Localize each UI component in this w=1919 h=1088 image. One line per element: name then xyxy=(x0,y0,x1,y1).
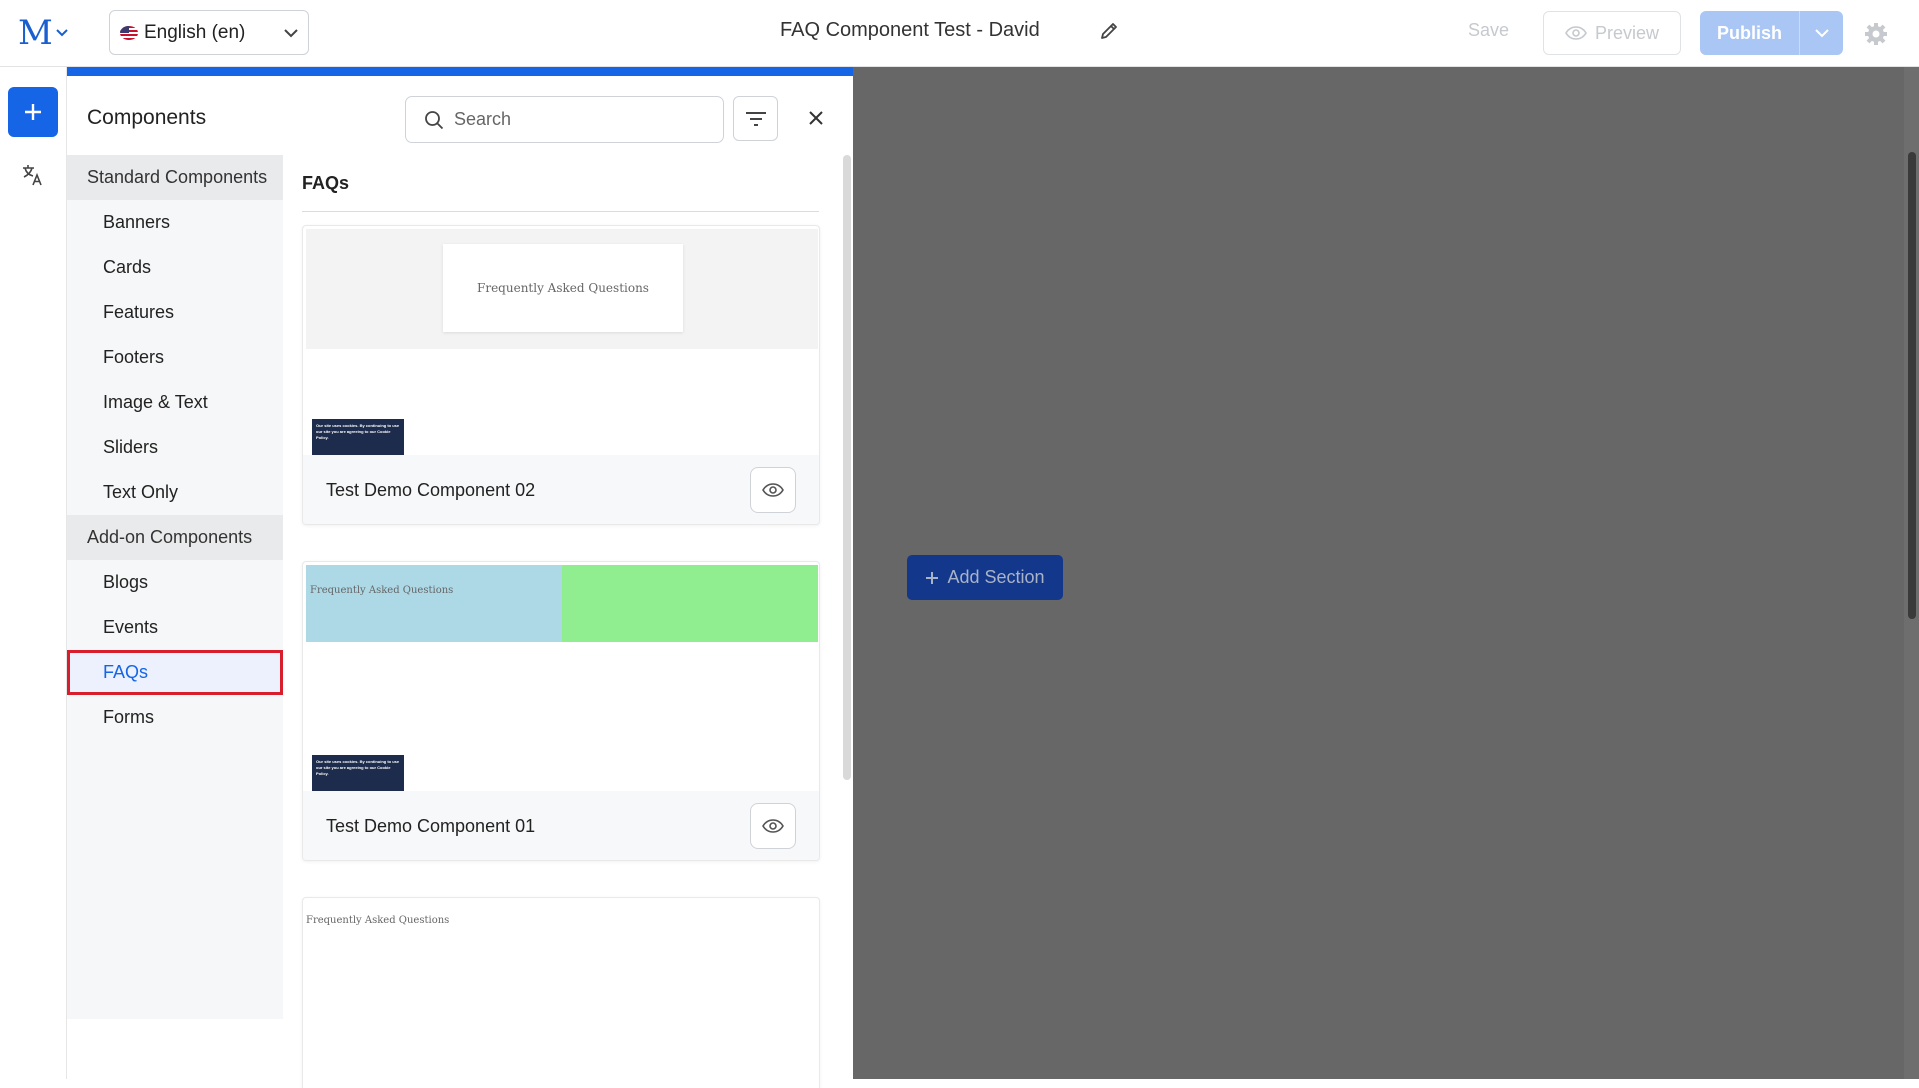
add-section-label: Add Section xyxy=(947,567,1045,587)
eye-icon xyxy=(762,819,784,833)
category-item-footers[interactable]: Footers xyxy=(67,335,283,380)
filter-button[interactable] xyxy=(733,96,778,141)
category-item-image-text[interactable]: Image & Text xyxy=(67,380,283,425)
thumbnail-faq-title: Frequently Asked Questions xyxy=(443,244,683,332)
search-icon xyxy=(425,110,444,129)
search-box xyxy=(405,96,724,143)
component-thumbnail: Frequently Asked Questions xyxy=(306,901,818,1088)
chevron-down-icon xyxy=(284,25,298,41)
cookie-banner-preview: Our site uses cookies. By continuing to … xyxy=(312,755,404,791)
page-canvas: Add Section xyxy=(853,67,1919,1079)
plus-icon xyxy=(25,104,41,120)
component-card-footer: Test Demo Component 01 xyxy=(303,791,819,860)
thumbnail-block-green xyxy=(562,565,818,642)
top-bar: M English (en) FAQ Component Test - Davi… xyxy=(0,0,1919,67)
publish-group: Publish xyxy=(1700,11,1843,55)
category-group-addon: Add-on Components xyxy=(67,515,283,560)
thumbnail-block-blue xyxy=(306,565,562,642)
component-name: Test Demo Component 01 xyxy=(326,816,536,836)
publish-button[interactable]: Publish xyxy=(1700,11,1799,55)
component-card[interactable]: Frequently Asked Questions Our site uses… xyxy=(302,225,820,525)
canvas-scrollbar[interactable] xyxy=(1904,67,1919,1079)
logo-menu[interactable]: M xyxy=(18,13,68,53)
category-item-forms[interactable]: Forms xyxy=(67,695,283,740)
section-heading: FAQs xyxy=(302,173,350,193)
category-group-standard: Standard Components xyxy=(67,155,283,200)
language-label: English (en) xyxy=(144,21,246,43)
component-name: Test Demo Component 02 xyxy=(326,480,536,500)
language-select[interactable]: English (en) xyxy=(109,10,309,55)
scrollbar-thumb[interactable] xyxy=(1908,152,1916,619)
category-item-banners[interactable]: Banners xyxy=(67,200,283,245)
scrollbar[interactable] xyxy=(843,155,851,780)
close-panel-button[interactable] xyxy=(798,100,834,136)
category-item-sliders[interactable]: Sliders xyxy=(67,425,283,470)
eye-icon xyxy=(1565,26,1587,40)
component-thumbnail: Frequently Asked Questions Our site uses… xyxy=(306,229,818,455)
logo: M xyxy=(18,13,53,53)
category-item-cards[interactable]: Cards xyxy=(67,245,283,290)
component-list: FAQs Frequently Asked Questions Our site… xyxy=(283,155,853,1088)
component-card-footer: Test Demo Component 02 xyxy=(303,455,819,524)
preview-button[interactable]: Preview xyxy=(1543,11,1681,55)
chevron-down-icon xyxy=(56,26,68,40)
preview-component-button[interactable] xyxy=(750,803,796,849)
left-rail xyxy=(0,67,67,1079)
eye-icon xyxy=(762,483,784,497)
category-item-faqs[interactable]: FAQs xyxy=(67,650,283,695)
category-item-features[interactable]: Features xyxy=(67,290,283,335)
divider xyxy=(302,211,819,212)
publish-options-button[interactable] xyxy=(1799,11,1843,55)
component-card[interactable]: Frequently Asked Questions xyxy=(302,897,820,1088)
gear-icon[interactable] xyxy=(1864,22,1888,46)
category-item-text-only[interactable]: Text Only xyxy=(67,470,283,515)
category-item-events[interactable]: Events xyxy=(67,605,283,650)
preview-label: Preview xyxy=(1594,22,1660,43)
filter-icon xyxy=(745,111,766,126)
us-flag-icon xyxy=(120,25,138,40)
pencil-icon[interactable] xyxy=(1098,20,1120,42)
category-list: Standard Components Banners Cards Featur… xyxy=(67,155,283,1019)
add-section-button[interactable]: Add Section xyxy=(907,555,1063,600)
close-icon xyxy=(809,111,823,125)
page-title: FAQ Component Test - David xyxy=(780,19,1040,41)
component-card[interactable]: Frequently Asked Questions Our site uses… xyxy=(302,561,820,861)
thumbnail-faq-title: Frequently Asked Questions xyxy=(310,585,454,596)
translate-icon[interactable] xyxy=(20,162,46,188)
category-item-blogs[interactable]: Blogs xyxy=(67,560,283,605)
preview-component-button[interactable] xyxy=(750,467,796,513)
cookie-banner-preview: Our site uses cookies. By continuing to … xyxy=(312,419,404,455)
plus-icon xyxy=(926,571,939,584)
search-input[interactable] xyxy=(454,109,694,130)
components-panel: Components Standard Components Banners C… xyxy=(67,67,853,1088)
thumbnail-faq-title: Frequently Asked Questions xyxy=(306,915,450,926)
save-button[interactable]: Save xyxy=(1468,20,1509,41)
add-component-button[interactable] xyxy=(8,87,58,137)
chevron-down-icon xyxy=(1814,28,1829,37)
panel-title: Components xyxy=(87,106,207,129)
component-thumbnail: Frequently Asked Questions Our site uses… xyxy=(306,565,818,791)
